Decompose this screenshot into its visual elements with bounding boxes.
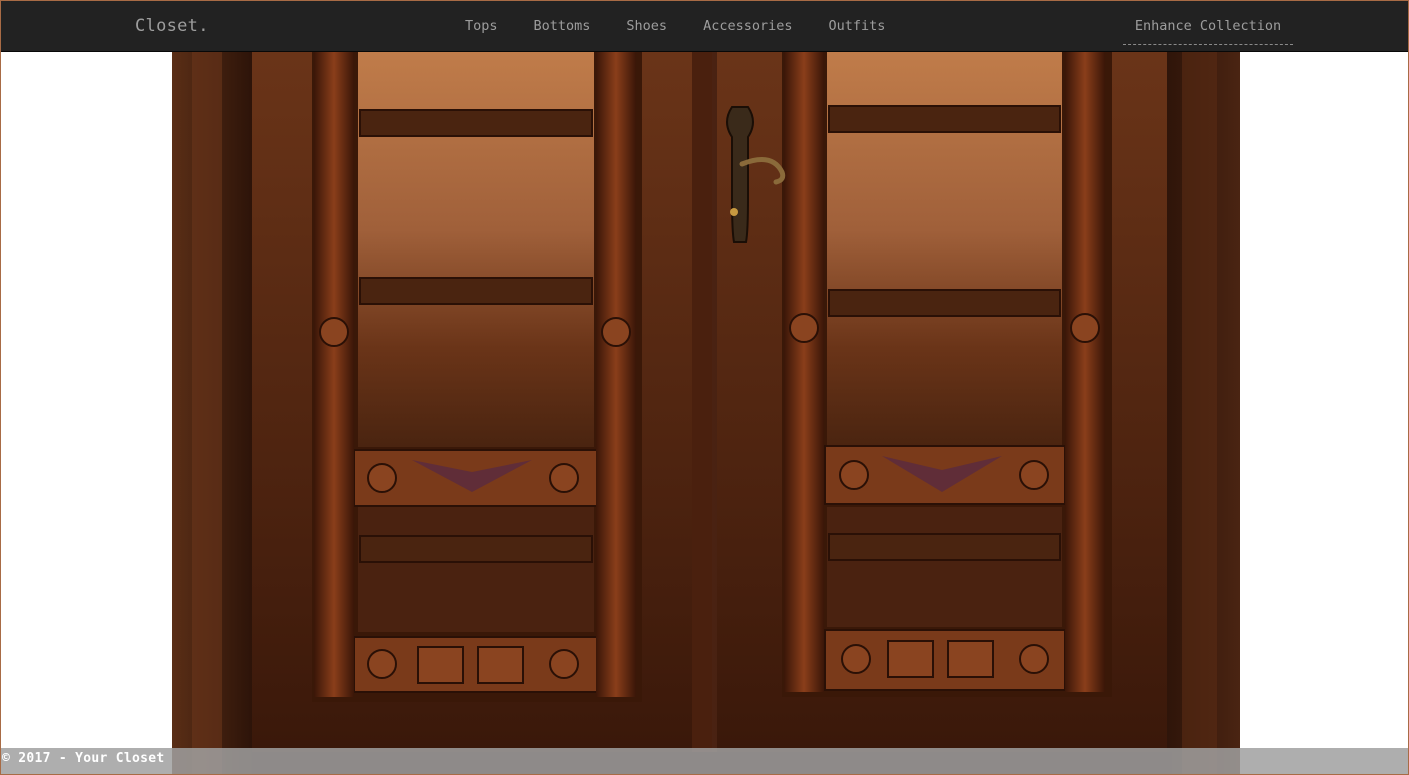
nav-link-outfits[interactable]: Outfits xyxy=(810,1,903,51)
nav-link-tops[interactable]: Tops xyxy=(447,1,516,51)
nav-item-accessories: Accessories xyxy=(685,1,810,51)
enhance-collection-link[interactable]: Enhance Collection xyxy=(1135,18,1281,34)
wardrobe-doors-illustration xyxy=(172,52,1240,775)
navbar: Closet. Tops Bottoms Shoes Accessories O… xyxy=(1,1,1408,52)
nav-item-bottoms: Bottoms xyxy=(516,1,609,51)
hero-image xyxy=(172,52,1240,775)
cabinet-left-edge xyxy=(192,52,222,775)
nav-item-tops: Tops xyxy=(447,1,516,51)
nav-link-bottoms[interactable]: Bottoms xyxy=(516,1,609,51)
enhance-collection-item: Enhance Collection xyxy=(1123,1,1293,45)
left-door xyxy=(252,52,712,752)
brand-logo[interactable]: Closet. xyxy=(135,16,209,36)
cabinet-right-edge xyxy=(1182,52,1217,775)
main-nav: Tops Bottoms Shoes Accessories Outfits xyxy=(447,1,903,51)
footer: © 2017 - Your Closet xyxy=(1,748,1408,775)
nav-link-shoes[interactable]: Shoes xyxy=(608,1,685,51)
copyright-text: © 2017 - Your Closet xyxy=(2,751,165,766)
right-door xyxy=(717,52,1167,752)
nav-link-accessories[interactable]: Accessories xyxy=(685,1,810,51)
nav-item-shoes: Shoes xyxy=(608,1,685,51)
nav-item-outfits: Outfits xyxy=(810,1,903,51)
